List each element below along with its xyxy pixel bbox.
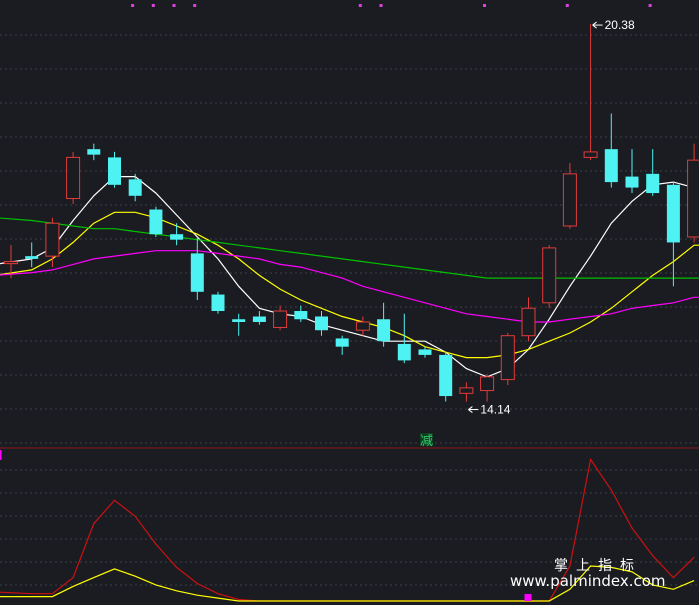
- price-annotations: 20.38 14.14 减: [420, 18, 635, 449]
- candle-body: [480, 376, 495, 392]
- candle-body: [45, 222, 60, 257]
- candle-body: [108, 157, 121, 185]
- price-label: 14.14: [480, 403, 510, 417]
- candle-body: [294, 311, 308, 320]
- candle: [521, 297, 536, 342]
- candle-body: [4, 261, 18, 265]
- candle: [45, 217, 60, 268]
- candle-body: [170, 234, 184, 240]
- candle-body: [439, 354, 453, 397]
- watermark-url: www.palmindex.com: [510, 572, 666, 590]
- watermark: 掌上指标 www.palmindex.com: [510, 558, 666, 590]
- top-marker: [131, 4, 135, 7]
- candle-body: [232, 319, 246, 322]
- candle: [211, 291, 225, 314]
- candle-body: [521, 307, 536, 337]
- top-marker: [483, 4, 486, 7]
- candle-body: [562, 173, 577, 227]
- chart-grid: [0, 34, 699, 586]
- candle: [25, 242, 39, 268]
- ma-line-1: [0, 211, 699, 359]
- signal-label: 减: [420, 434, 433, 449]
- candle: [687, 143, 699, 243]
- top-marker: [379, 4, 383, 7]
- candle: [480, 374, 495, 402]
- candle: [583, 24, 598, 161]
- candle: [252, 311, 266, 325]
- candle-body: [355, 321, 370, 331]
- candle: [170, 223, 184, 246]
- top-marker: [151, 4, 155, 7]
- moving-average-lines: [0, 176, 699, 378]
- candle-body: [687, 159, 699, 238]
- price-label: 20.38: [605, 18, 635, 32]
- ma-line-0: [0, 176, 699, 378]
- candle: [108, 151, 121, 188]
- kline-chart: 20.38 14.14 减 掌上指标 www.palmindex.com: [0, 4, 699, 602]
- candle: [377, 302, 391, 347]
- top-marker: [565, 4, 569, 7]
- candle: [128, 173, 142, 202]
- candle-body: [128, 179, 142, 196]
- candle-body: [25, 256, 39, 259]
- top-markers: [131, 4, 652, 7]
- candle-body: [315, 316, 328, 331]
- candlesticks: [4, 24, 699, 402]
- top-marker: [193, 4, 197, 7]
- candle-body: [604, 149, 618, 183]
- top-marker: [358, 4, 362, 7]
- candle-body: [418, 349, 432, 355]
- candle-body: [500, 335, 515, 381]
- candle: [459, 382, 474, 402]
- candle: [294, 305, 308, 322]
- candle: [355, 316, 370, 336]
- candle-body: [87, 149, 101, 155]
- candle-body: [583, 151, 598, 158]
- candle-body: [66, 156, 81, 200]
- candle: [542, 245, 557, 309]
- candle: [232, 313, 246, 336]
- candle: [500, 332, 515, 386]
- candle: [335, 335, 349, 355]
- candle: [273, 305, 288, 331]
- candle-body: [542, 247, 557, 304]
- candle: [149, 206, 163, 237]
- candle: [666, 182, 680, 287]
- candle: [646, 149, 660, 196]
- candle: [87, 143, 101, 161]
- candle: [604, 113, 618, 188]
- candle-body: [273, 310, 288, 328]
- ma-line-3: [0, 217, 699, 279]
- top-marker: [648, 4, 652, 7]
- candle: [562, 162, 577, 229]
- candle: [439, 352, 453, 402]
- candle-body: [252, 316, 266, 322]
- candle-body: [666, 184, 680, 243]
- candle-body: [149, 209, 163, 235]
- candle-body: [397, 343, 411, 361]
- ma-line-2: [0, 250, 699, 323]
- candle-body: [459, 387, 474, 394]
- candle-body: [646, 173, 660, 194]
- indicator-marker: [524, 594, 532, 601]
- top-marker: [172, 4, 176, 7]
- candle: [315, 311, 328, 336]
- candle-body: [211, 294, 225, 312]
- candle-body: [625, 176, 639, 188]
- candle-body: [335, 338, 349, 347]
- candle: [66, 151, 81, 205]
- candle-body: [190, 253, 204, 292]
- candle: [190, 236, 204, 301]
- candle-body: [377, 319, 391, 342]
